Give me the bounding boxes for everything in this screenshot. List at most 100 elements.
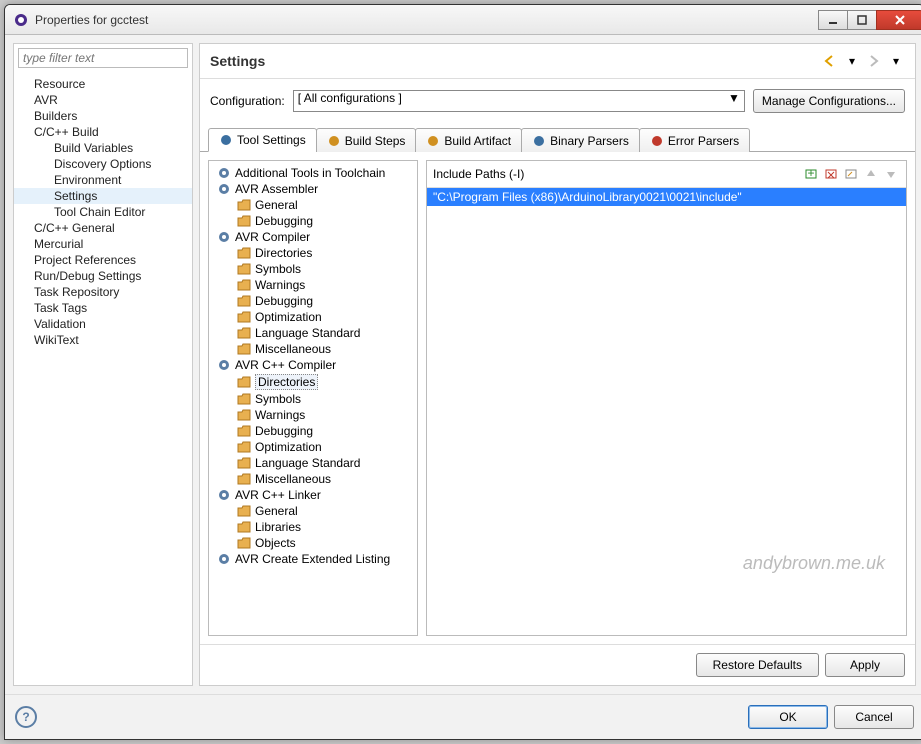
config-label: Configuration: [210,94,285,108]
minimize-button[interactable] [818,10,848,30]
tool-node[interactable]: AVR Compiler [209,229,417,245]
tool-icon [217,552,231,566]
folder-icon [237,326,251,340]
tool-node[interactable]: Optimization [209,309,417,325]
tool-node[interactable]: Warnings [209,277,417,293]
nav-item[interactable]: Run/Debug Settings [14,268,192,284]
tool-node[interactable]: Debugging [209,423,417,439]
config-select[interactable]: [ All configurations ]▼ [293,90,745,112]
delete-include-button[interactable] [822,165,840,183]
tool-node[interactable]: Miscellaneous [209,341,417,357]
tool-icon [217,358,231,372]
tab-icon [219,133,233,147]
close-button[interactable] [876,10,921,30]
tab-binary-parsers[interactable]: Binary Parsers [521,128,640,152]
tab-label: Build Artifact [444,134,511,148]
tab-build-steps[interactable]: Build Steps [316,128,417,152]
manage-config-button[interactable]: Manage Configurations... [753,89,905,113]
tool-node[interactable]: Optimization [209,439,417,455]
tool-node[interactable]: Symbols [209,391,417,407]
folder-icon [237,262,251,276]
include-paths-list[interactable]: "C:\Program Files (x86)\ArduinoLibrary00… [427,187,906,635]
back-menu[interactable]: ▾ [843,52,861,70]
nav-item[interactable]: Builders [14,108,192,124]
nav-item[interactable]: C/C++ General [14,220,192,236]
nav-item[interactable]: Task Repository [14,284,192,300]
tab-label: Error Parsers [668,134,739,148]
sidebar: ResourceAVRBuildersC/C++ BuildBuild Vari… [13,43,193,686]
nav-item[interactable]: Project References [14,252,192,268]
folder-icon [237,198,251,212]
nav-tree[interactable]: ResourceAVRBuildersC/C++ BuildBuild Vari… [14,72,192,685]
back-button[interactable] [821,52,839,70]
include-path-item[interactable]: "C:\Program Files (x86)\ArduinoLibrary00… [427,188,906,206]
nav-item[interactable]: Tool Chain Editor [14,204,192,220]
include-paths-panel: Include Paths (-I) + "C:\Program Files (… [426,160,907,636]
edit-include-button[interactable] [842,165,860,183]
nav-item[interactable]: Task Tags [14,300,192,316]
nav-item[interactable]: C/C++ Build [14,124,192,140]
apply-button[interactable]: Apply [825,653,905,677]
tab-label: Binary Parsers [550,134,629,148]
help-button[interactable]: ? [15,706,37,728]
filter-input[interactable] [18,48,188,68]
tab-build-artifact[interactable]: Build Artifact [415,128,522,152]
tool-node[interactable]: Additional Tools in Toolchain [209,165,417,181]
tool-node[interactable]: Directories [209,373,417,391]
nav-item[interactable]: Build Variables [14,140,192,156]
forward-button[interactable] [865,52,883,70]
tool-node[interactable]: Debugging [209,293,417,309]
nav-item[interactable]: Validation [14,316,192,332]
tab-error-parsers[interactable]: Error Parsers [639,128,750,152]
nav-item[interactable]: Environment [14,172,192,188]
folder-icon [237,456,251,470]
tool-node[interactable]: General [209,503,417,519]
tool-node[interactable]: AVR C++ Compiler [209,357,417,373]
titlebar[interactable]: Properties for gcctest [5,5,921,35]
nav-item[interactable]: Discovery Options [14,156,192,172]
nav-item[interactable]: Resource [14,76,192,92]
forward-menu[interactable]: ▾ [887,52,905,70]
add-include-button[interactable]: + [802,165,820,183]
tool-node[interactable]: Symbols [209,261,417,277]
folder-icon [237,392,251,406]
tool-icon [217,182,231,196]
nav-item[interactable]: Mercurial [14,236,192,252]
tool-node[interactable]: Debugging [209,213,417,229]
dialog-window: Properties for gcctest ResourceAVRBuilde… [4,4,921,740]
tool-node[interactable]: Warnings [209,407,417,423]
tab-bar: Tool Settings Build Steps Build Artifact Bi… [200,127,915,152]
app-icon [13,12,29,28]
nav-item[interactable]: AVR [14,92,192,108]
tab-icon [426,134,440,148]
tool-node[interactable]: AVR C++ Linker [209,487,417,503]
move-up-button[interactable] [862,165,880,183]
cancel-button[interactable]: Cancel [834,705,914,729]
nav-item[interactable]: WikiText [14,332,192,348]
tool-settings-tree[interactable]: Additional Tools in ToolchainAVR Assembl… [208,160,418,636]
ok-button[interactable]: OK [748,705,828,729]
tab-icon [327,134,341,148]
folder-icon [237,536,251,550]
tool-node[interactable]: General [209,197,417,213]
move-down-button[interactable] [882,165,900,183]
folder-icon [237,520,251,534]
nav-item[interactable]: Settings [14,188,192,204]
tab-tool-settings[interactable]: Tool Settings [208,128,317,152]
folder-icon [237,342,251,356]
tool-node[interactable]: Libraries [209,519,417,535]
tool-node[interactable]: Directories [209,245,417,261]
tool-node[interactable]: Objects [209,535,417,551]
folder-icon [237,504,251,518]
tool-node[interactable]: Language Standard [209,455,417,471]
tool-node[interactable]: Miscellaneous [209,471,417,487]
tab-label: Build Steps [345,134,406,148]
tab-icon [532,134,546,148]
folder-icon [237,310,251,324]
folder-icon [237,294,251,308]
tool-node[interactable]: Language Standard [209,325,417,341]
maximize-button[interactable] [847,10,877,30]
restore-defaults-button[interactable]: Restore Defaults [696,653,819,677]
tool-node[interactable]: AVR Create Extended Listing [209,551,417,567]
tool-node[interactable]: AVR Assembler [209,181,417,197]
